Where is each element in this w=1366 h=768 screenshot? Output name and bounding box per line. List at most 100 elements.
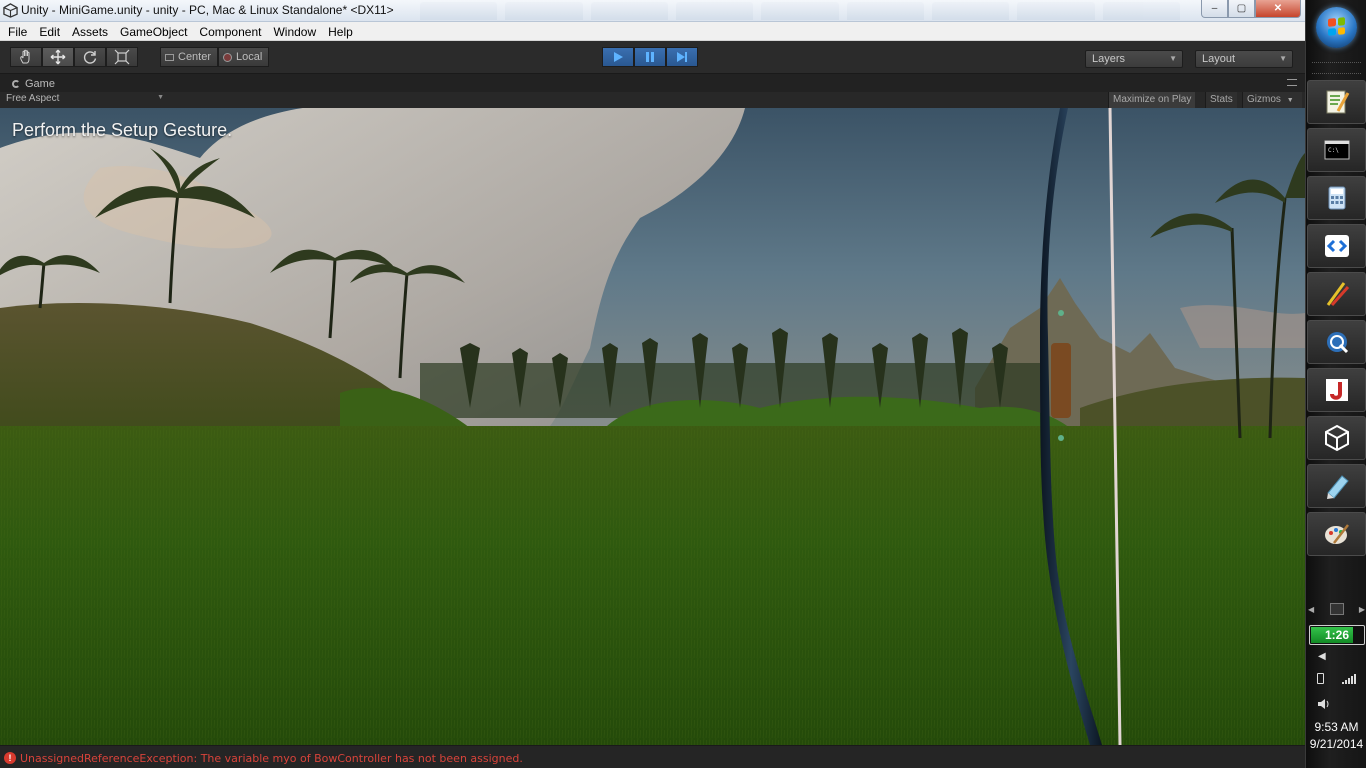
console-error-message[interactable]: UnassignedReferenceException: The variab… (20, 752, 523, 765)
stats-toggle[interactable]: Stats (1205, 92, 1237, 108)
minimize-button[interactable]: – (1201, 0, 1228, 18)
pivot-mode-label: Center (178, 51, 212, 63)
local-rotation-icon (223, 52, 233, 62)
scroll-right-icon[interactable]: ▶ (1359, 605, 1365, 614)
error-icon: ! (4, 752, 16, 764)
play-controls (602, 47, 698, 67)
pivot-mode-toggle[interactable]: Center (160, 47, 219, 67)
play-button[interactable] (602, 47, 634, 67)
notes-icon (1326, 475, 1349, 499)
battery-time: 1:26 (1324, 628, 1350, 642)
volume-icon[interactable] (1317, 698, 1331, 713)
menu-edit[interactable]: Edit (33, 25, 66, 39)
menu-help[interactable]: Help (322, 25, 359, 39)
layers-dropdown[interactable]: Layers ▼ (1085, 50, 1183, 68)
clock-date[interactable]: 9/21/2014 (1306, 737, 1366, 751)
game-tab-icon (12, 80, 20, 88)
taskbar-app-cmd[interactable]: C:\ (1307, 128, 1366, 172)
cmd-icon: C:\ (1324, 140, 1349, 160)
taskbar-app-notes[interactable] (1307, 464, 1366, 508)
menu-bar: File Edit Assets GameObject Component Wi… (0, 22, 1305, 41)
game-scene-render (0, 108, 1305, 745)
play-icon (614, 52, 623, 62)
desktop: Unity - MiniGame.unity - unity - PC, Mac… (0, 0, 1366, 768)
paint-icon (1324, 524, 1349, 544)
hand-tool-button[interactable] (10, 47, 42, 67)
unity-app-icon[interactable] (3, 3, 18, 18)
step-icon (677, 52, 687, 62)
aspect-label: Free Aspect (6, 93, 60, 104)
panel-options-icon[interactable] (1287, 79, 1297, 86)
taskbar-app-paint-tools[interactable] (1307, 272, 1366, 316)
rotate-tool-button[interactable] (74, 47, 106, 67)
paint-tools-icon (1326, 282, 1349, 306)
battery-tray-icon[interactable] (1317, 673, 1324, 687)
remote-desktop-icon (1326, 332, 1348, 354)
layout-label: Layout (1202, 53, 1236, 65)
unity-icon (1324, 424, 1349, 452)
taskbar-app-remote-desktop[interactable] (1307, 320, 1366, 364)
network-signal-icon[interactable] (1342, 674, 1356, 687)
windows-logo-icon (1328, 17, 1345, 36)
gui-instruction-text: Perform the Setup Gesture. (12, 120, 233, 140)
background-window-glass (420, 2, 1180, 20)
taskbar-app-code-editor[interactable] (1307, 224, 1366, 268)
java-icon (1325, 379, 1348, 401)
menu-assets[interactable]: Assets (66, 25, 114, 39)
battery-indicator[interactable]: 1:26 (1309, 625, 1365, 645)
maximize-on-play-toggle[interactable]: Maximize on Play (1108, 92, 1196, 108)
scroll-thumb[interactable] (1329, 603, 1344, 615)
gizmos-label: Gizmos (1247, 94, 1281, 105)
maximize-button[interactable]: ▢ (1228, 0, 1255, 18)
rotate-icon (83, 51, 97, 64)
window-title-bar[interactable]: Unity - MiniGame.unity - unity - PC, Mac… (0, 0, 1305, 22)
pivot-rotation-toggle[interactable]: Local (218, 47, 270, 67)
close-button[interactable]: ✕ (1255, 0, 1301, 18)
menu-window[interactable]: Window (267, 25, 322, 39)
game-tab-label: Game (25, 78, 55, 90)
taskbar-scroll: ◀ ▶ (1308, 602, 1365, 616)
pivot-controls: Center Local (160, 47, 270, 67)
console-status-bar[interactable]: ! UnassignedReferenceException: The vari… (0, 745, 1305, 768)
gizmos-dropdown[interactable]: Gizmos ▼ (1242, 92, 1302, 108)
taskbar-grip[interactable] (1312, 62, 1361, 74)
chevron-down-icon: ▼ (1286, 97, 1294, 104)
scale-tool-button[interactable] (106, 47, 138, 67)
menu-gameobject[interactable]: GameObject (114, 25, 193, 39)
svg-text:C:\: C:\ (1328, 147, 1339, 154)
pivot-rotation-label: Local (236, 51, 263, 63)
clock-time[interactable]: 9:53 AM (1306, 720, 1366, 734)
game-panel-tab-row: Game (0, 74, 1305, 92)
code-editor-icon (1324, 235, 1349, 257)
layout-dropdown[interactable]: Layout ▼ (1195, 50, 1293, 68)
taskbar-app-notepad-plus[interactable] (1307, 80, 1366, 124)
scroll-left-icon[interactable]: ◀ (1308, 605, 1314, 614)
move-tool-button[interactable] (42, 47, 74, 67)
menu-file[interactable]: File (2, 25, 33, 39)
taskbar-app-calculator[interactable] (1307, 176, 1366, 220)
step-button[interactable] (666, 47, 698, 67)
window-controls: – ▢ ✕ (1201, 0, 1301, 18)
taskbar-app-unity[interactable] (1307, 416, 1366, 460)
pause-icon (646, 52, 654, 62)
editor-toolbar: Center Local Layers ▼ Layout ▼ (0, 41, 1305, 74)
menu-component[interactable]: Component (193, 25, 267, 39)
tab-game[interactable]: Game (4, 75, 63, 92)
chevron-down-icon: ▼ (1169, 54, 1177, 63)
calculator-icon (1328, 186, 1345, 210)
notepad-plus-icon (1326, 90, 1349, 114)
chevron-down-icon: ▼ (157, 94, 164, 101)
move-icon (50, 49, 66, 65)
show-hidden-icons-icon[interactable]: ◀ (1318, 651, 1326, 662)
taskbar-app-paint[interactable] (1307, 512, 1366, 556)
game-view-toolbar: Free Aspect ▼ Maximize on Play Stats Giz… (0, 92, 1305, 108)
taskbar-app-java[interactable] (1307, 368, 1366, 412)
game-viewport[interactable]: Perform the Setup Gesture. (0, 108, 1305, 745)
layers-label: Layers (1092, 53, 1126, 65)
start-button[interactable] (1316, 7, 1357, 48)
transform-tools (10, 47, 138, 67)
pause-button[interactable] (634, 47, 666, 67)
pivot-center-icon (165, 53, 174, 61)
aspect-dropdown[interactable]: Free Aspect ▼ (6, 93, 164, 104)
window-title: Unity - MiniGame.unity - unity - PC, Mac… (21, 3, 394, 17)
